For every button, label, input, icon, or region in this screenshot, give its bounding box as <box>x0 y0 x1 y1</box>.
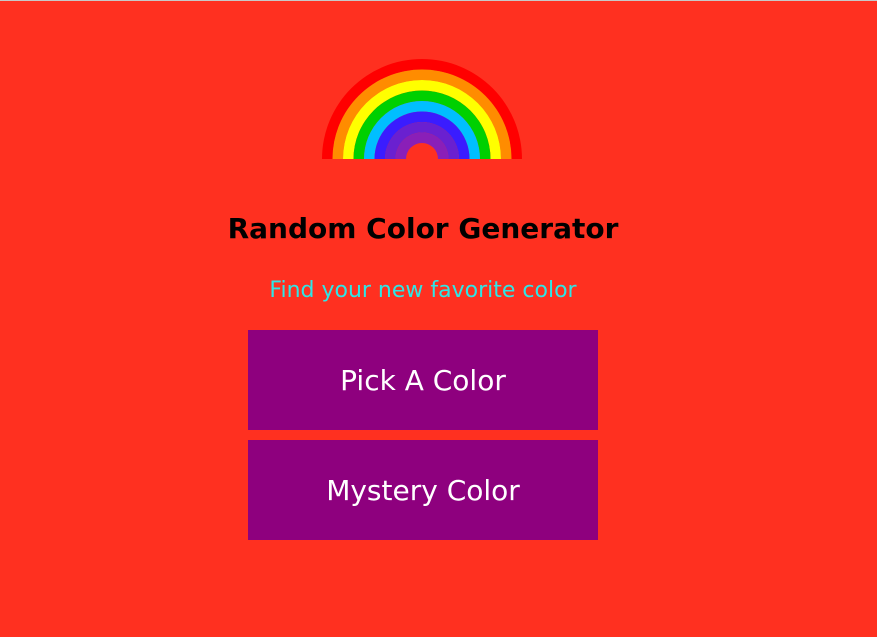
app-page: Random Color Generator Find your new fav… <box>0 0 877 637</box>
rainbow-icon <box>322 59 522 159</box>
mystery-color-button[interactable]: Mystery Color <box>248 440 598 540</box>
page-title: Random Color Generator <box>227 212 619 245</box>
page-subtitle: Find your new favorite color <box>269 278 577 303</box>
pick-color-button[interactable]: Pick A Color <box>248 330 598 430</box>
